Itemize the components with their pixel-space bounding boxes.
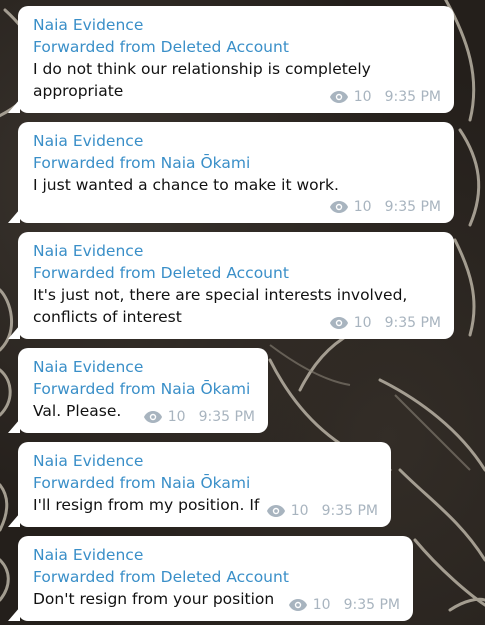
message-meta: 10 9:35 PM <box>266 502 378 520</box>
message-bubble[interactable]: Naia Evidence Forwarded from Naia Ōkami … <box>8 348 268 433</box>
view-count: 10 <box>353 199 372 215</box>
message-time: 9:35 PM <box>384 315 441 331</box>
forwarded-from[interactable]: Forwarded from Naia Ōkami <box>33 378 256 400</box>
forwarded-from[interactable]: Forwarded from Deleted Account <box>33 566 401 588</box>
view-count: 10 <box>353 315 372 331</box>
message-meta: 10 9:35 PM <box>329 198 441 216</box>
message-time: 9:35 PM <box>384 89 441 105</box>
view-count: 10 <box>167 409 186 425</box>
message-meta: 10 9:35 PM <box>143 408 255 426</box>
message-bubble[interactable]: Naia Evidence Forwarded from Deleted Acc… <box>8 232 454 339</box>
sender-name[interactable]: Naia Evidence <box>33 450 379 472</box>
message-bubble[interactable]: Naia Evidence Forwarded from Naia Ōkami … <box>8 442 391 527</box>
message-bubble[interactable]: Naia Evidence Forwarded from Deleted Acc… <box>8 6 454 113</box>
eye-icon <box>143 411 162 423</box>
sender-name[interactable]: Naia Evidence <box>33 130 442 152</box>
sender-name[interactable]: Naia Evidence <box>33 240 442 262</box>
view-count: 10 <box>312 597 331 613</box>
message-meta: 10 9:35 PM <box>288 596 400 614</box>
forwarded-from[interactable]: Forwarded from Deleted Account <box>33 262 442 284</box>
message-time: 9:35 PM <box>384 199 441 215</box>
view-count: 10 <box>290 503 309 519</box>
message-text: I just wanted a chance to make it work. <box>33 176 339 194</box>
message-time: 9:35 PM <box>343 597 400 613</box>
view-count: 10 <box>353 89 372 105</box>
message-meta: 10 9:35 PM <box>329 314 441 332</box>
message-meta: 10 9:35 PM <box>329 88 441 106</box>
eye-icon <box>329 317 348 329</box>
sender-name[interactable]: Naia Evidence <box>33 544 401 566</box>
sender-name[interactable]: Naia Evidence <box>33 14 442 36</box>
eye-icon <box>288 599 307 611</box>
message-bubble[interactable]: Naia Evidence Forwarded from Deleted Acc… <box>8 536 413 621</box>
message-text: I do not think our relationship is compl… <box>33 60 371 100</box>
forwarded-from[interactable]: Forwarded from Naia Ōkami <box>33 152 442 174</box>
forwarded-from[interactable]: Forwarded from Naia Ōkami <box>33 472 379 494</box>
message-time: 9:35 PM <box>321 503 378 519</box>
forwarded-from[interactable]: Forwarded from Deleted Account <box>33 36 442 58</box>
message-bubble[interactable]: Naia Evidence Forwarded from Naia Ōkami … <box>8 122 454 223</box>
sender-name[interactable]: Naia Evidence <box>33 356 256 378</box>
eye-icon <box>329 91 348 103</box>
eye-icon <box>266 505 285 517</box>
message-time: 9:35 PM <box>198 409 255 425</box>
eye-icon <box>329 201 348 213</box>
